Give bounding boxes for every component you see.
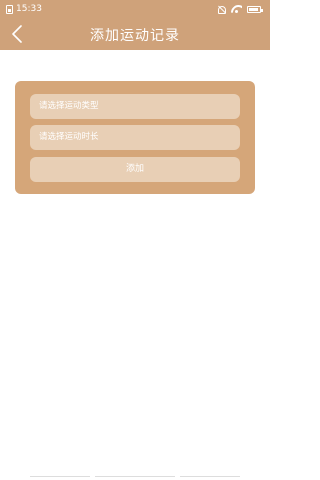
screen: 15:33 添加运动记录 请选择运动类型 请选择运动时长 添加	[0, 0, 270, 480]
sim-icon	[6, 4, 13, 14]
status-bar: 15:33	[0, 0, 270, 18]
top-bar: 15:33 添加运动记录	[0, 0, 270, 50]
status-time: 15:33	[16, 4, 42, 14]
battery-icon	[247, 5, 263, 13]
exercise-type-select[interactable]: 请选择运动类型	[30, 94, 240, 119]
bottom-divider	[95, 476, 175, 477]
page-title: 添加运动记录	[90, 28, 180, 44]
bottom-divider	[30, 476, 90, 477]
nav-bar: 添加运动记录	[0, 18, 270, 50]
add-button[interactable]: 添加	[30, 157, 240, 182]
wifi-icon	[231, 5, 242, 13]
status-right	[217, 5, 263, 14]
bottom-divider	[180, 476, 240, 477]
exercise-duration-select[interactable]: 请选择运动时长	[30, 125, 240, 150]
bell-off-icon	[217, 5, 226, 14]
form-card: 请选择运动类型 请选择运动时长 添加	[15, 81, 255, 194]
status-left: 15:33	[6, 4, 42, 14]
